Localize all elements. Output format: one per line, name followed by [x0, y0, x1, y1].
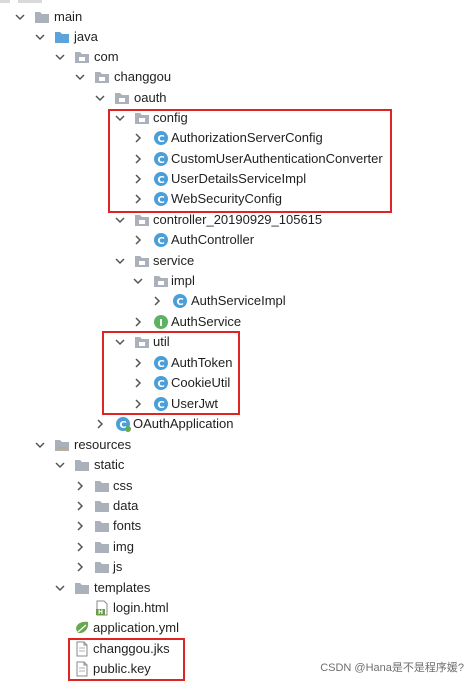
html-file-icon: H	[94, 600, 110, 616]
tree-node-label: java	[74, 29, 98, 44]
folder-icon	[94, 559, 110, 575]
highlight-box-util	[102, 331, 240, 415]
yaml-config-icon	[74, 620, 90, 636]
folder-icon	[94, 539, 110, 555]
tree-node-label: data	[113, 498, 139, 513]
package-folder-icon	[114, 90, 130, 106]
folder-icon	[94, 518, 110, 534]
tree-node-label: fonts	[113, 518, 142, 533]
chevron-down-icon[interactable]	[132, 275, 144, 287]
tree-node-label: controller_20190929_105615	[153, 212, 323, 227]
chevron-right-icon[interactable]	[74, 500, 86, 512]
chevron-down-icon[interactable]	[114, 255, 126, 267]
tree-node-label: application.yml	[93, 620, 179, 635]
svg-text:C: C	[176, 297, 183, 308]
package-folder-icon	[134, 253, 150, 269]
java-class-icon: C	[172, 293, 188, 309]
chevron-down-icon[interactable]	[34, 439, 46, 451]
tree-node-label: AuthServiceImpl	[191, 293, 286, 308]
chevron-right-icon[interactable]	[74, 541, 86, 553]
tree-node-label: resources	[74, 437, 132, 452]
highlight-box-keys	[68, 638, 185, 681]
package-folder-icon	[134, 212, 150, 228]
tree-node-label: service	[153, 253, 195, 268]
package-folder-icon	[94, 69, 110, 85]
chevron-right-icon[interactable]	[74, 520, 86, 532]
chevron-down-icon[interactable]	[34, 31, 46, 43]
svg-text:I: I	[159, 318, 163, 329]
tree-node-label: changgou	[114, 69, 172, 84]
folder-icon	[34, 9, 50, 25]
folder-icon	[74, 580, 90, 596]
chevron-right-icon[interactable]	[132, 234, 144, 246]
chevron-down-icon[interactable]	[94, 92, 106, 104]
tree-node-label: login.html	[113, 600, 169, 615]
svg-text:C: C	[157, 236, 164, 247]
package-folder-icon	[74, 49, 90, 65]
java-interface-icon: I	[153, 314, 169, 330]
source-folder-icon	[54, 29, 70, 45]
folder-icon	[74, 457, 90, 473]
chevron-down-icon[interactable]	[54, 51, 66, 63]
chevron-down-icon[interactable]	[74, 71, 86, 83]
watermark: CSDN @Hana是不是程序媛?	[320, 662, 464, 674]
tree-node-label: impl	[171, 273, 195, 288]
tree-node-label: OAuthApplication	[133, 416, 234, 431]
chevron-right-icon[interactable]	[151, 295, 163, 307]
highlight-box-config	[108, 109, 392, 213]
tree-node-label: img	[113, 539, 134, 554]
resources-folder-icon	[54, 437, 70, 453]
tree-node-label: css	[113, 478, 133, 493]
tree-node-label: oauth	[134, 90, 167, 105]
tree-node-label: AuthController	[171, 232, 255, 247]
spring-boot-application-icon: C	[115, 416, 131, 432]
chevron-right-icon[interactable]	[74, 561, 86, 573]
top-edge	[0, 0, 474, 6]
chevron-down-icon[interactable]	[14, 11, 26, 23]
tree-node-label: templates	[94, 580, 151, 595]
chevron-down-icon[interactable]	[54, 582, 66, 594]
java-class-icon: C	[153, 232, 169, 248]
folder-icon	[94, 498, 110, 514]
tree-node-label: static	[94, 457, 125, 472]
tree-node-label: AuthService	[171, 314, 242, 329]
tree-node-label: main	[54, 9, 83, 24]
chevron-right-icon[interactable]	[74, 480, 86, 492]
folder-icon	[94, 478, 110, 494]
package-folder-icon	[153, 273, 169, 289]
tree-node-label: com	[94, 49, 119, 64]
chevron-right-icon[interactable]	[132, 316, 144, 328]
svg-text:H: H	[98, 609, 103, 616]
chevron-down-icon[interactable]	[114, 214, 126, 226]
tree-node-label: js	[113, 559, 123, 574]
chevron-down-icon[interactable]	[54, 459, 66, 471]
chevron-right-icon[interactable]	[94, 418, 106, 430]
